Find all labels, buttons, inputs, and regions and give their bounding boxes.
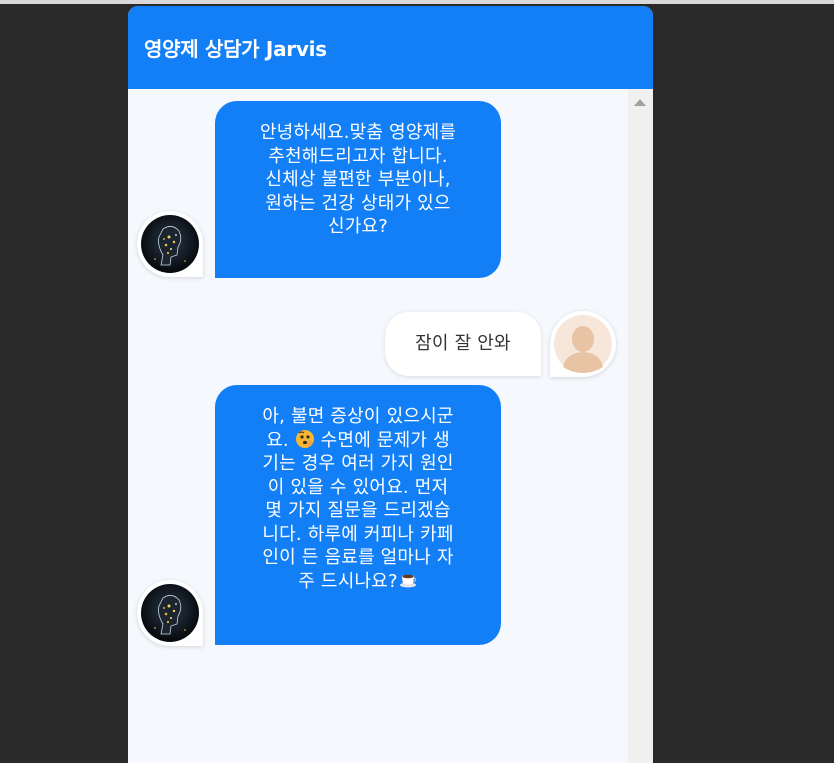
- message-line: 주 드시나요?: [298, 570, 398, 592]
- message-line: 신체상 불편한 부분이나,: [265, 169, 451, 190]
- scroll-up-arrow-icon[interactable]: [634, 99, 646, 106]
- message-line: 이 있을 수 있어요. 먼저: [267, 476, 449, 498]
- chat-title: 영양제 상담가 Jarvis: [144, 37, 327, 61]
- bot-avatar: [137, 211, 203, 277]
- message-text: 잠이 잘 안와: [415, 333, 511, 355]
- thinking-face-icon: [295, 429, 314, 448]
- browser-top-strip: [0, 0, 834, 4]
- message-list: 안녕하세요.맞춤 영양제를 추천해드리고자 합니다. 신체상 불편한 부분이나,…: [128, 89, 628, 763]
- bot-message-bubble: 안녕하세요.맞춤 영양제를 추천해드리고자 합니다. 신체상 불편한 부분이나,…: [215, 101, 501, 278]
- message-line: 아, 불면 증상이 있으시군: [262, 406, 454, 427]
- message-line: 안녕하세요.맞춤 영양제를: [259, 122, 457, 143]
- user-avatar: [550, 311, 616, 377]
- message-line: 인이 든 음료를 얼마나 자: [262, 547, 454, 568]
- message-line: 요.: [266, 429, 295, 451]
- bot-avatar: [137, 580, 203, 646]
- ai-head-icon: [141, 584, 199, 642]
- message-line: 기는 경우 여러 가지 원인: [262, 453, 454, 474]
- chat-window: 영양제 상담가 Jarvis 안녕하세요.맞춤 영양제를 추천해드리고자 합니다…: [128, 6, 653, 763]
- ai-head-icon: [141, 215, 199, 273]
- bot-message-bubble: 아, 불면 증상이 있으시군 요. 수면에 문제가 생 기는 경우 여러 가지 …: [215, 385, 501, 645]
- message-line: 원하는 건강 상태가 있으: [265, 192, 451, 214]
- message-line: 니다. 하루에 커피나 카페: [262, 523, 454, 545]
- message-line: 수면에 문제가 생: [314, 429, 450, 451]
- message-line: 추천해드리고자 합니다.: [268, 145, 448, 167]
- message-scrollbar[interactable]: [628, 89, 653, 763]
- chat-header: 영양제 상담가 Jarvis: [128, 6, 653, 89]
- coffee-cup-icon: [399, 574, 416, 587]
- user-message-bubble: 잠이 잘 안와: [385, 312, 541, 376]
- user-silhouette-icon: [554, 315, 612, 373]
- message-line: 몇 가지 질문을 드리겠습: [265, 500, 451, 521]
- message-line: 신가요?: [327, 216, 389, 237]
